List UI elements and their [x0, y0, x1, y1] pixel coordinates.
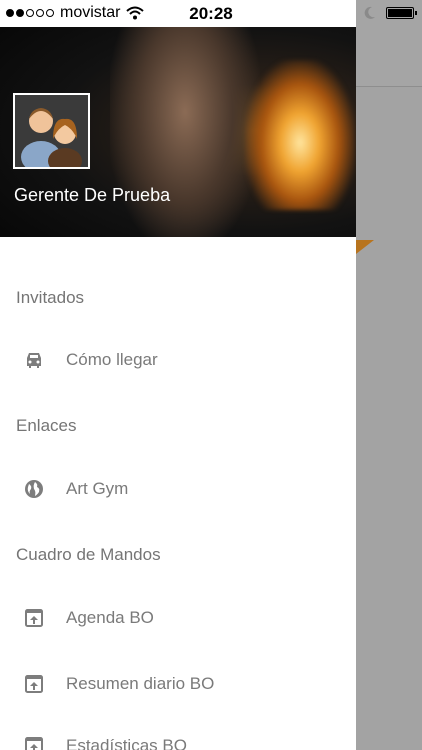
background-accent-shape — [356, 240, 374, 254]
menu-item-label: Cómo llegar — [66, 350, 158, 369]
drawer-header: Gerente De Prueba — [0, 0, 356, 237]
user-name: Gerente De Prueba — [14, 185, 171, 205]
menu-item-label: Resumen diario BO — [66, 674, 215, 693]
status-time: 20:28 — [189, 4, 233, 23]
menu-item-estadisticas-bo[interactable]: Estadísticas BO — [0, 718, 356, 750]
open-in-app-icon — [23, 607, 45, 629]
car-icon — [23, 349, 45, 371]
menu-item-label: Art Gym — [66, 479, 129, 498]
open-in-app-icon — [23, 673, 45, 695]
status-bar: movistar 20:28 — [0, 0, 422, 27]
section-title-cuadro-de-mandos: Cuadro de Mandos — [16, 545, 161, 564]
section-title-enlaces: Enlaces — [16, 416, 77, 435]
menu-item-art-gym[interactable]: Art Gym — [0, 461, 356, 517]
battery-icon — [386, 7, 417, 19]
menu-item-agenda-bo[interactable]: Agenda BO — [0, 590, 356, 646]
menu-item-label: Agenda BO — [66, 608, 154, 627]
moon-icon — [364, 6, 375, 19]
globe-icon — [23, 478, 45, 500]
menu-item-como-llegar[interactable]: Cómo llegar — [0, 332, 356, 388]
menu-item-resumen-diario-bo[interactable]: Resumen diario BO — [0, 656, 356, 712]
section-title-invitados: Invitados — [16, 288, 85, 307]
avatar[interactable] — [13, 93, 90, 169]
users-avatar-icon — [15, 95, 88, 167]
menu-item-label: Estadísticas BO — [66, 736, 187, 750]
navigation-drawer: Gerente De Prueba Invitados Cómo llegar … — [0, 0, 356, 750]
open-in-app-icon — [23, 735, 45, 750]
